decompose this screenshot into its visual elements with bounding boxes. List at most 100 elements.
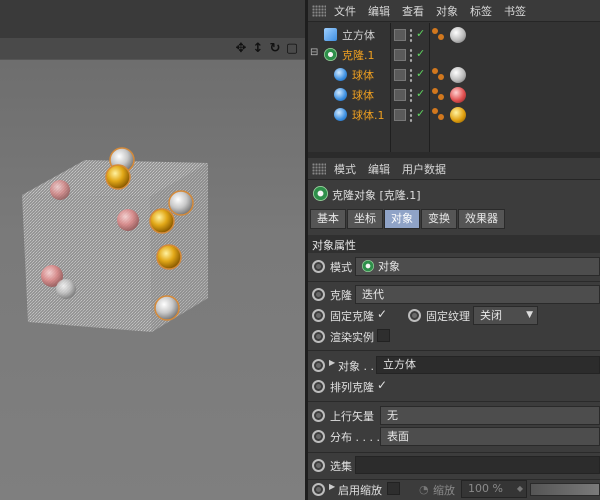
upvector-dropdown[interactable]: 无 <box>380 406 600 425</box>
scale-value-field[interactable]: 100 % ◆ <box>461 480 527 498</box>
object-link-field[interactable]: 立方体 <box>376 356 600 374</box>
menu-bookmarks[interactable]: 书签 <box>504 3 526 19</box>
selection-field[interactable] <box>355 456 600 474</box>
menu-edit[interactable]: 编辑 <box>368 161 390 177</box>
material-tag-icon[interactable] <box>432 68 446 82</box>
object-row-sphere-1[interactable]: 球体.1 ✓ <box>308 105 600 125</box>
material-ball-red[interactable] <box>450 87 466 103</box>
param-row-upvector: 上行矢量 无 <box>308 405 600 427</box>
sphere <box>56 279 76 299</box>
maximize-view-icon[interactable]: ▢ <box>285 41 299 56</box>
material-tag-icon[interactable] <box>432 88 446 102</box>
layer-box[interactable] <box>394 89 406 101</box>
object-name[interactable]: 球体 <box>352 87 374 103</box>
material-ball-white[interactable] <box>450 67 466 83</box>
material-ball-white[interactable] <box>450 27 466 43</box>
param-row-clone: 克隆 迭代 <box>308 284 600 306</box>
material-tag-icon[interactable] <box>432 108 446 122</box>
menu-edit[interactable]: 编辑 <box>368 3 390 19</box>
object-name[interactable]: 立方体 <box>342 27 375 43</box>
panel-grip-icon[interactable] <box>312 162 326 175</box>
distribution-dropdown[interactable]: 表面 <box>380 427 600 446</box>
param-row-scale: ▶ 启用缩放 ◔ 缩放 100 % ◆ <box>308 479 600 500</box>
material-tag-icon[interactable] <box>432 28 446 42</box>
viewport-canvas[interactable] <box>0 60 305 500</box>
animate-radio[interactable] <box>312 359 325 372</box>
enabled-check-icon[interactable]: ✓ <box>416 67 425 80</box>
panel-grip-icon[interactable] <box>312 4 326 17</box>
animate-radio[interactable] <box>312 409 325 422</box>
cube-icon <box>324 28 337 41</box>
visibility-dots[interactable] <box>409 108 413 122</box>
param-label: 分布 . . . . <box>330 431 380 444</box>
cloner-icon <box>324 48 337 61</box>
enabled-check-icon[interactable]: ✓ <box>416 27 425 40</box>
object-row-sphere[interactable]: 球体 ✓ <box>308 85 600 105</box>
render-instances-checkbox[interactable] <box>377 329 390 342</box>
object-row-cloner[interactable]: ⊟ 克隆.1 ✓ <box>308 45 600 65</box>
menu-mode[interactable]: 模式 <box>334 161 356 177</box>
menu-view[interactable]: 查看 <box>402 3 424 19</box>
layer-box[interactable] <box>394 69 406 81</box>
animate-radio[interactable] <box>312 309 325 322</box>
layer-box[interactable] <box>394 109 406 121</box>
enabled-check-icon[interactable]: ✓ <box>416 47 425 60</box>
animate-radio[interactable] <box>312 483 325 496</box>
param-row-selection: 选集 <box>308 455 600 477</box>
distribution-value: 表面 <box>387 430 409 443</box>
mode-value: 对象 <box>378 260 400 273</box>
scale-radio-icon[interactable]: ◔ <box>419 483 429 496</box>
stepper-icon[interactable]: ◆ <box>517 481 523 497</box>
mode-dropdown[interactable]: 对象 <box>355 257 600 276</box>
animate-radio[interactable] <box>312 260 325 273</box>
divider <box>308 281 600 282</box>
param-label: 排列克隆 <box>330 381 374 394</box>
zoom-view-icon[interactable]: ↕ <box>251 41 265 56</box>
sphere <box>156 244 182 270</box>
object-row-cube[interactable]: 立方体 ✓ <box>308 25 600 45</box>
menu-user-data[interactable]: 用户数据 <box>402 161 446 177</box>
enabled-check-icon[interactable]: ✓ <box>416 107 425 120</box>
animate-radio[interactable] <box>312 330 325 343</box>
visibility-dots[interactable] <box>409 48 413 62</box>
animate-radio[interactable] <box>312 430 325 443</box>
object-row-sphere[interactable]: 球体 ✓ <box>308 65 600 85</box>
scale-slider[interactable] <box>530 483 600 496</box>
param-label: 缩放 <box>433 484 455 497</box>
menu-tags[interactable]: 标签 <box>470 3 492 19</box>
arrange-clones-checkbox[interactable]: ✓ <box>377 378 387 392</box>
visibility-dots[interactable] <box>409 28 413 42</box>
menu-file[interactable]: 文件 <box>334 3 356 19</box>
material-ball-gold[interactable] <box>450 107 466 123</box>
animate-radio[interactable] <box>312 459 325 472</box>
move-view-icon[interactable]: ✥ <box>234 41 248 56</box>
clone-dropdown[interactable]: 迭代 <box>355 285 600 304</box>
tab-transform[interactable]: 变换 <box>421 209 457 229</box>
object-list: 立方体 ✓ ⊟ 克隆.1 ✓ 球体 ✓ 球体 ✓ 球体.1 ✓ <box>308 23 600 152</box>
tab-object[interactable]: 对象 <box>384 209 420 229</box>
fixed-clone-checkbox[interactable]: ✓ <box>377 307 387 321</box>
expand-arrow-icon[interactable]: ▶ <box>329 358 335 367</box>
tab-effectors[interactable]: 效果器 <box>458 209 505 229</box>
scale-value: 100 % <box>468 482 503 495</box>
enable-scale-checkbox[interactable] <box>387 482 400 495</box>
visibility-dots[interactable] <box>409 68 413 82</box>
animate-radio[interactable] <box>408 309 421 322</box>
menu-object[interactable]: 对象 <box>436 3 458 19</box>
viewport-panel[interactable]: ✥ ↕ ↻ ▢ <box>0 0 305 500</box>
object-name[interactable]: 球体.1 <box>352 107 385 123</box>
tab-basic[interactable]: 基本 <box>310 209 346 229</box>
enabled-check-icon[interactable]: ✓ <box>416 87 425 100</box>
layer-box[interactable] <box>394 29 406 41</box>
expand-arrow-icon[interactable]: ▶ <box>329 482 335 491</box>
animate-radio[interactable] <box>312 380 325 393</box>
tab-coord[interactable]: 坐标 <box>347 209 383 229</box>
object-name[interactable]: 球体 <box>352 67 374 83</box>
rotate-view-icon[interactable]: ↻ <box>268 41 282 56</box>
layer-box[interactable] <box>394 49 406 61</box>
collapse-toggle-icon[interactable]: ⊟ <box>310 47 318 58</box>
object-name[interactable]: 克隆.1 <box>342 47 375 63</box>
animate-radio[interactable] <box>312 288 325 301</box>
visibility-dots[interactable] <box>409 88 413 102</box>
fixed-texture-dropdown[interactable]: 关闭 ▼ <box>473 306 538 325</box>
